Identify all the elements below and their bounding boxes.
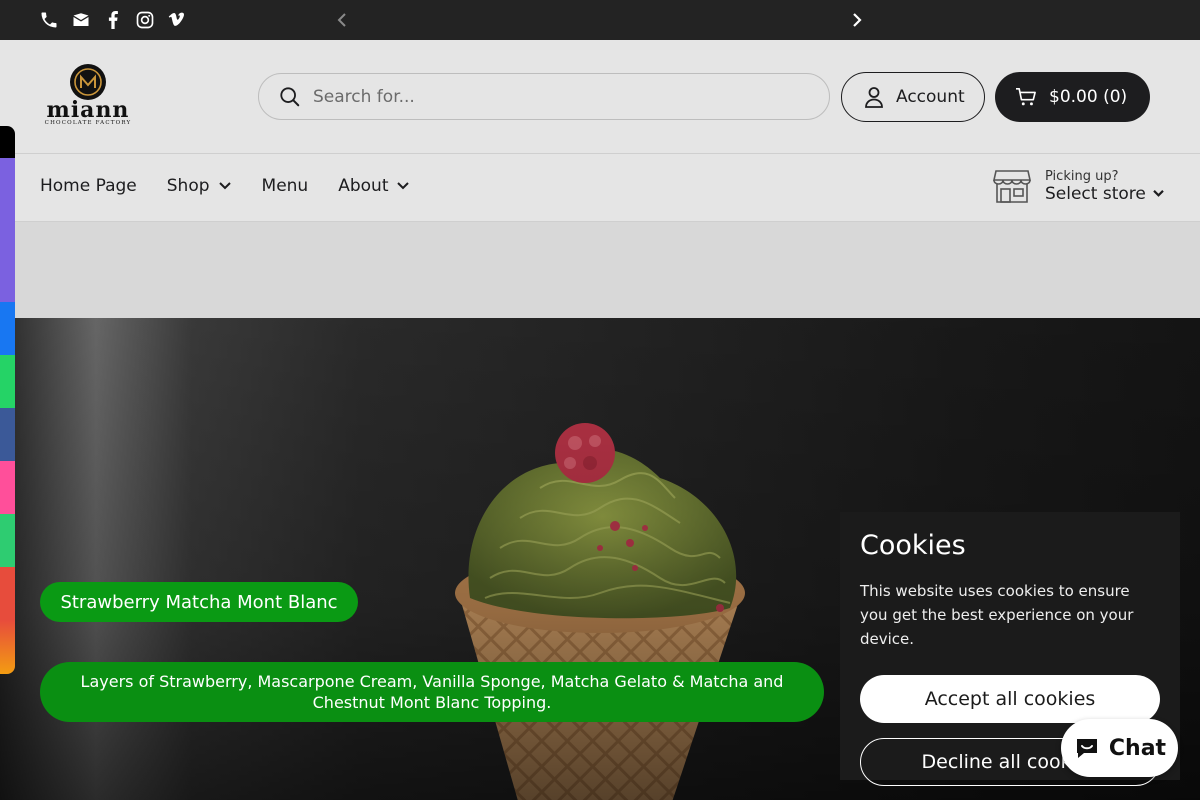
logo-emblem bbox=[70, 64, 106, 100]
announcement-spacer bbox=[0, 222, 1200, 318]
email-icon[interactable] bbox=[70, 10, 92, 30]
chat-bubble-icon bbox=[1076, 739, 1097, 758]
search-input[interactable] bbox=[313, 86, 793, 107]
strip-segment[interactable] bbox=[0, 408, 15, 461]
chevron-down-icon bbox=[1153, 190, 1164, 197]
select-store-text: Select store bbox=[1045, 183, 1146, 204]
nav-item-about[interactable]: About bbox=[338, 176, 410, 196]
account-label: Account bbox=[896, 87, 965, 107]
site-header: miann CHOCOLATE FACTORY Account $0.00 (0… bbox=[0, 40, 1200, 154]
chevron-right-icon bbox=[853, 13, 862, 27]
strip-segment[interactable] bbox=[0, 126, 15, 158]
logo-subtext: CHOCOLATE FACTORY bbox=[44, 120, 132, 126]
search-bar[interactable] bbox=[258, 73, 830, 120]
nav-item-shop[interactable]: Shop bbox=[167, 176, 232, 196]
cart-button[interactable]: $0.00 (0) bbox=[995, 72, 1150, 122]
announcement-next-button[interactable] bbox=[845, 8, 869, 32]
accept-cookies-button[interactable]: Accept all cookies bbox=[860, 675, 1160, 723]
nav-item-menu[interactable]: Menu bbox=[262, 176, 309, 196]
strip-segment[interactable] bbox=[0, 567, 15, 620]
facebook-icon[interactable] bbox=[102, 10, 124, 30]
strip-segment[interactable] bbox=[0, 514, 15, 567]
select-store-label[interactable]: Select store bbox=[1045, 184, 1165, 204]
cart-icon bbox=[1016, 88, 1036, 106]
instagram-icon[interactable] bbox=[134, 10, 156, 30]
top-utility-bar bbox=[0, 0, 1200, 40]
user-icon bbox=[865, 87, 883, 108]
nav-item-label: Menu bbox=[261, 176, 309, 196]
social-links bbox=[38, 10, 188, 30]
account-button[interactable]: Account bbox=[841, 72, 985, 122]
hero-description: Layers of Strawberry, Mascarpone Cream, … bbox=[40, 662, 824, 722]
cart-total: $0.00 (0) bbox=[1049, 87, 1128, 107]
strip-segment[interactable] bbox=[0, 461, 15, 514]
strip-segment[interactable] bbox=[0, 620, 15, 674]
announcement-prev-button[interactable] bbox=[330, 8, 354, 32]
nav-item-label: About bbox=[338, 176, 389, 196]
chevron-left-icon bbox=[337, 13, 346, 27]
store-selector[interactable]: Picking up? Select store bbox=[993, 168, 1165, 204]
chevron-down-icon bbox=[218, 182, 231, 190]
strip-segment[interactable] bbox=[0, 355, 15, 408]
strip-segment[interactable] bbox=[0, 302, 15, 355]
main-navigation: Home Page Shop Menu About Picking up? Se… bbox=[0, 154, 1200, 222]
nav-item-label: Shop bbox=[166, 176, 210, 196]
cookie-text: This website uses cookies to ensure you … bbox=[860, 582, 1134, 648]
cookie-title: Cookies bbox=[860, 530, 966, 561]
store-prompt: Picking up? bbox=[1045, 168, 1119, 184]
side-share-strip[interactable] bbox=[0, 126, 15, 674]
hero-title-pill: Strawberry Matcha Mont Blanc bbox=[40, 582, 358, 622]
search-icon[interactable] bbox=[279, 86, 301, 108]
chat-label: Chat bbox=[1108, 735, 1167, 761]
chat-widget-button[interactable]: Chat bbox=[1061, 719, 1178, 777]
strip-segment[interactable] bbox=[0, 158, 15, 302]
vimeo-icon[interactable] bbox=[166, 10, 188, 30]
nav-item-home[interactable]: Home Page bbox=[40, 176, 137, 196]
chevron-down-icon bbox=[397, 182, 410, 190]
logo-wordmark: miann bbox=[46, 97, 130, 123]
nav-item-label: Home Page bbox=[40, 176, 137, 196]
phone-icon[interactable] bbox=[38, 10, 60, 30]
site-logo[interactable]: miann CHOCOLATE FACTORY bbox=[40, 62, 136, 134]
store-icon bbox=[993, 170, 1031, 203]
